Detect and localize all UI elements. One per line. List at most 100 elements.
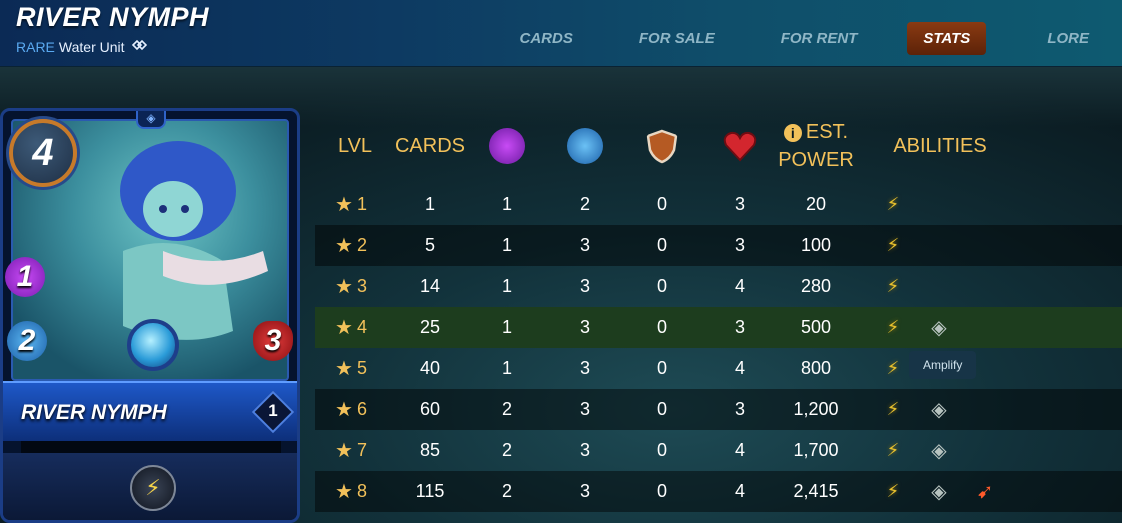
- power-cell: 500: [800, 317, 832, 337]
- magic-cell: 1: [501, 235, 512, 255]
- amplify-ability-icon[interactable]: ◈: [927, 398, 951, 422]
- info-icon[interactable]: i: [783, 124, 802, 142]
- header-est-power: i EST. POWER: [770, 108, 862, 184]
- card-image[interactable]: ◈ 4 1 2 3 RIVER NYMPH 1 ⚡: [0, 108, 300, 523]
- table-row[interactable]: ★ 2 5 1 3 0 3 100 ⚡: [315, 225, 1122, 266]
- tab-lore[interactable]: LORE: [1031, 22, 1105, 55]
- tab-nav: CARDS FOR SALE FOR RENT STATS LORE: [487, 20, 1122, 56]
- header-armor: [642, 108, 682, 184]
- health-cell: 3: [734, 399, 745, 419]
- water-element-icon: [127, 319, 179, 371]
- health-cell: 4: [734, 358, 745, 378]
- star-icon: ★: [335, 440, 353, 462]
- star-icon: ★: [335, 358, 353, 380]
- power-cell: 1,200: [793, 399, 839, 419]
- magic-icon: [489, 128, 525, 164]
- tab-for-sale[interactable]: FOR SALE: [623, 22, 731, 55]
- health-cell: 3: [734, 235, 745, 255]
- magic-cell: 1: [501, 194, 512, 214]
- power-cell: 100: [800, 235, 832, 255]
- header-speed: [565, 108, 605, 184]
- lightning-ability-icon[interactable]: ⚡: [881, 398, 905, 422]
- star-icon: ★: [335, 276, 353, 298]
- star-icon: ★: [335, 317, 353, 339]
- cards-cell: 40: [419, 358, 441, 378]
- table-row[interactable]: ★ 5 40 1 3 0 4 800 ⚡: [315, 348, 1122, 389]
- level-value: 5: [356, 358, 367, 378]
- card-nameplate: RIVER NYMPH 1: [3, 381, 297, 441]
- card-name: RIVER NYMPH: [21, 401, 167, 424]
- level-cell: ★ 6: [335, 389, 395, 430]
- star-icon: ★: [335, 194, 353, 216]
- abilities-cell: ⚡ ◈: [881, 430, 1021, 471]
- magic-cell: 2: [501, 481, 512, 501]
- header-health: [720, 108, 760, 184]
- level-value: 4: [356, 317, 367, 337]
- health-icon: [723, 131, 757, 162]
- cards-cell: 25: [419, 317, 441, 337]
- level-cell: ★ 7: [335, 430, 395, 471]
- lightning-ability-icon[interactable]: ⚡: [881, 357, 905, 381]
- table-body: ★ 1 1 1 2 0 3 20 ⚡ ★ 2 5 1 3 0 3 100 ⚡ ★ 3 14 1 3 0 4 280 ⚡ ★ 4 25 1 3 0…: [315, 184, 1122, 512]
- lightning-ability-icon[interactable]: ⚡: [881, 234, 905, 258]
- tab-stats[interactable]: STATS: [907, 21, 987, 55]
- cards-cell: 5: [424, 235, 435, 255]
- edition-gem-icon: ◈: [136, 111, 166, 129]
- magic-badge: 1: [5, 257, 45, 297]
- table-row[interactable]: ★ 7 85 2 3 0 4 1,700 ⚡ ◈: [315, 430, 1122, 471]
- page-title: RIVER NYMPH: [16, 2, 210, 32]
- health-cell: 4: [734, 481, 745, 501]
- abilities-cell: ⚡ ◈ ➹: [881, 471, 1021, 512]
- armor-cell: 0: [656, 317, 667, 337]
- header-power-line2: POWER: [778, 149, 854, 171]
- cards-cell: 60: [419, 399, 441, 419]
- star-icon: ★: [335, 399, 353, 421]
- lightning-ability-icon[interactable]: ⚡: [881, 480, 905, 504]
- abilities-cell: ⚡: [881, 266, 1021, 307]
- table-row[interactable]: ★ 4 25 1 3 0 3 500 ⚡ ◈: [315, 307, 1122, 348]
- lightning-ability-icon[interactable]: ⚡: [881, 439, 905, 463]
- level-cell: ★ 2: [335, 225, 395, 266]
- amplify-ability-icon[interactable]: ◈: [927, 439, 951, 463]
- table-row[interactable]: ★ 8 115 2 3 0 4 2,415 ⚡ ◈ ➹: [315, 471, 1122, 512]
- speed-cell: 3: [579, 481, 590, 501]
- cards-cell: 1: [424, 194, 435, 214]
- header-lvl: LVL: [337, 135, 373, 157]
- tab-cards[interactable]: CARDS: [504, 22, 589, 55]
- power-cell: 2,415: [793, 481, 839, 501]
- health-cell: 3: [734, 317, 745, 337]
- lightning-ability-icon[interactable]: ⚡: [881, 275, 905, 299]
- level-value: 3: [356, 276, 367, 296]
- table-row[interactable]: ★ 6 60 2 3 0 3 1,200 ⚡ ◈: [315, 389, 1122, 430]
- cards-cell: 85: [419, 440, 441, 460]
- swiftness-ability-icon[interactable]: ➹: [973, 480, 997, 504]
- cards-cell: 14: [419, 276, 441, 296]
- header-power-line1: EST.: [805, 121, 849, 143]
- table-row[interactable]: ★ 3 14 1 3 0 4 280 ⚡: [315, 266, 1122, 307]
- magic-cell: 2: [501, 399, 512, 419]
- lightning-ability-icon[interactable]: ⚡: [881, 316, 905, 340]
- table-row[interactable]: ★ 1 1 1 2 0 3 20 ⚡: [315, 184, 1122, 225]
- speed-cell: 3: [579, 235, 590, 255]
- magic-cell: 1: [501, 276, 512, 296]
- tab-for-rent[interactable]: FOR RENT: [765, 22, 874, 55]
- level-value: 1: [356, 194, 367, 214]
- level-cell: ★ 3: [335, 266, 395, 307]
- level-cell: ★ 4: [335, 307, 395, 348]
- power-cell: 20: [805, 194, 827, 214]
- level-cell: ★ 8: [335, 471, 395, 512]
- amplify-ability-icon[interactable]: ◈: [927, 480, 951, 504]
- abilities-cell: ⚡: [881, 225, 1021, 266]
- card-level: 1: [268, 401, 278, 420]
- amplify-ability-icon[interactable]: ◈: [927, 316, 951, 340]
- lightning-ability-icon[interactable]: ⚡: [881, 193, 905, 217]
- armor-cell: 0: [656, 276, 667, 296]
- magic-cell: 1: [501, 358, 512, 378]
- magic-cell: 1: [501, 317, 512, 337]
- amplify-tooltip: Amplify: [909, 351, 977, 379]
- speed-cell: 3: [579, 440, 590, 460]
- abilities-cell: ⚡ ◈: [881, 307, 1021, 348]
- card-divider: [21, 441, 281, 453]
- health-cell: 3: [734, 194, 745, 214]
- health-cell: 4: [734, 276, 745, 296]
